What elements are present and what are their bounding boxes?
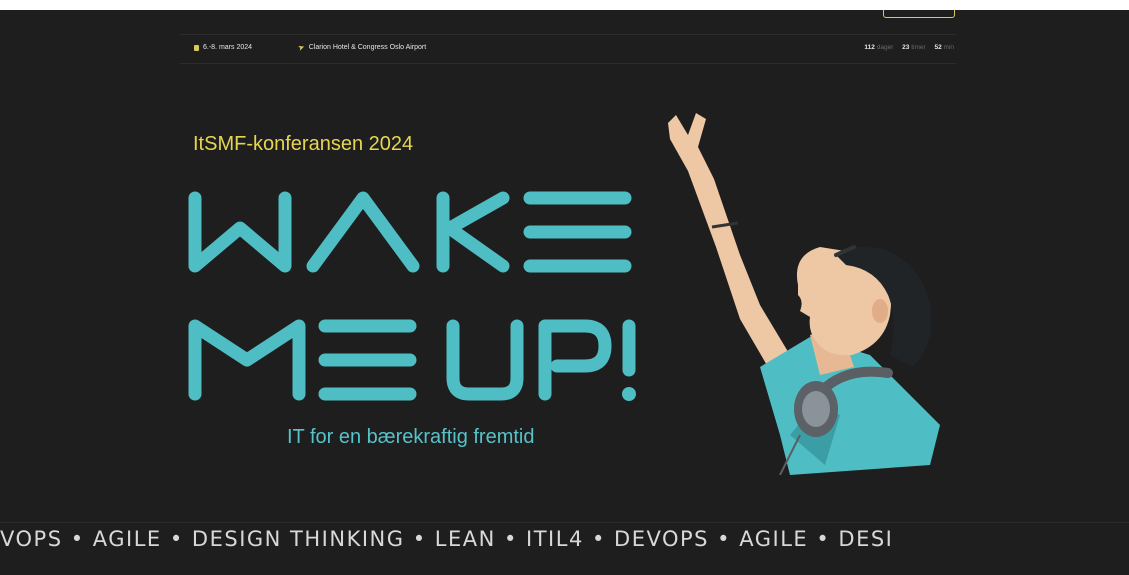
hero-section: 6.-8. mars 2024 ➤ Clarion Hotel & Congre… [0, 10, 1129, 575]
event-location: ➤ Clarion Hotel & Congress Oslo Airport [296, 42, 427, 53]
conference-subtitle: ItSMF-konferansen 2024 [193, 133, 414, 155]
topics-ticker: VOPS • AGILE • DESIGN THINKING • LEAN • … [0, 522, 1129, 559]
countdown-days: 112 [864, 44, 875, 51]
event-info-bar: 6.-8. mars 2024 ➤ Clarion Hotel & Congre… [180, 34, 956, 64]
nav-cta-button[interactable] [883, 10, 955, 18]
event-date: 6.-8. mars 2024 [194, 44, 252, 51]
countdown-minutes: 52 [934, 44, 942, 51]
event-date-text: 6.-8. mars 2024 [203, 44, 253, 51]
location-pin-icon: ➤ [296, 42, 307, 53]
countdown-minutes-unit: min [943, 44, 954, 51]
person-illustration [668, 113, 940, 475]
countdown-hours-unit: timer [911, 44, 926, 51]
countdown-timer: 112 dager 23 timer 52 min [864, 44, 954, 51]
hero-title-logotype [188, 191, 636, 401]
calendar-icon [194, 44, 199, 51]
topics-ticker-text: VOPS • AGILE • DESIGN THINKING • LEAN • … [0, 527, 894, 551]
conference-tagline: IT for en bærekraftig fremtid [287, 426, 535, 448]
event-location-text: Clarion Hotel & Congress Oslo Airport [308, 44, 427, 51]
countdown-days-unit: dager [876, 44, 894, 51]
countdown-hours: 23 [902, 44, 910, 51]
